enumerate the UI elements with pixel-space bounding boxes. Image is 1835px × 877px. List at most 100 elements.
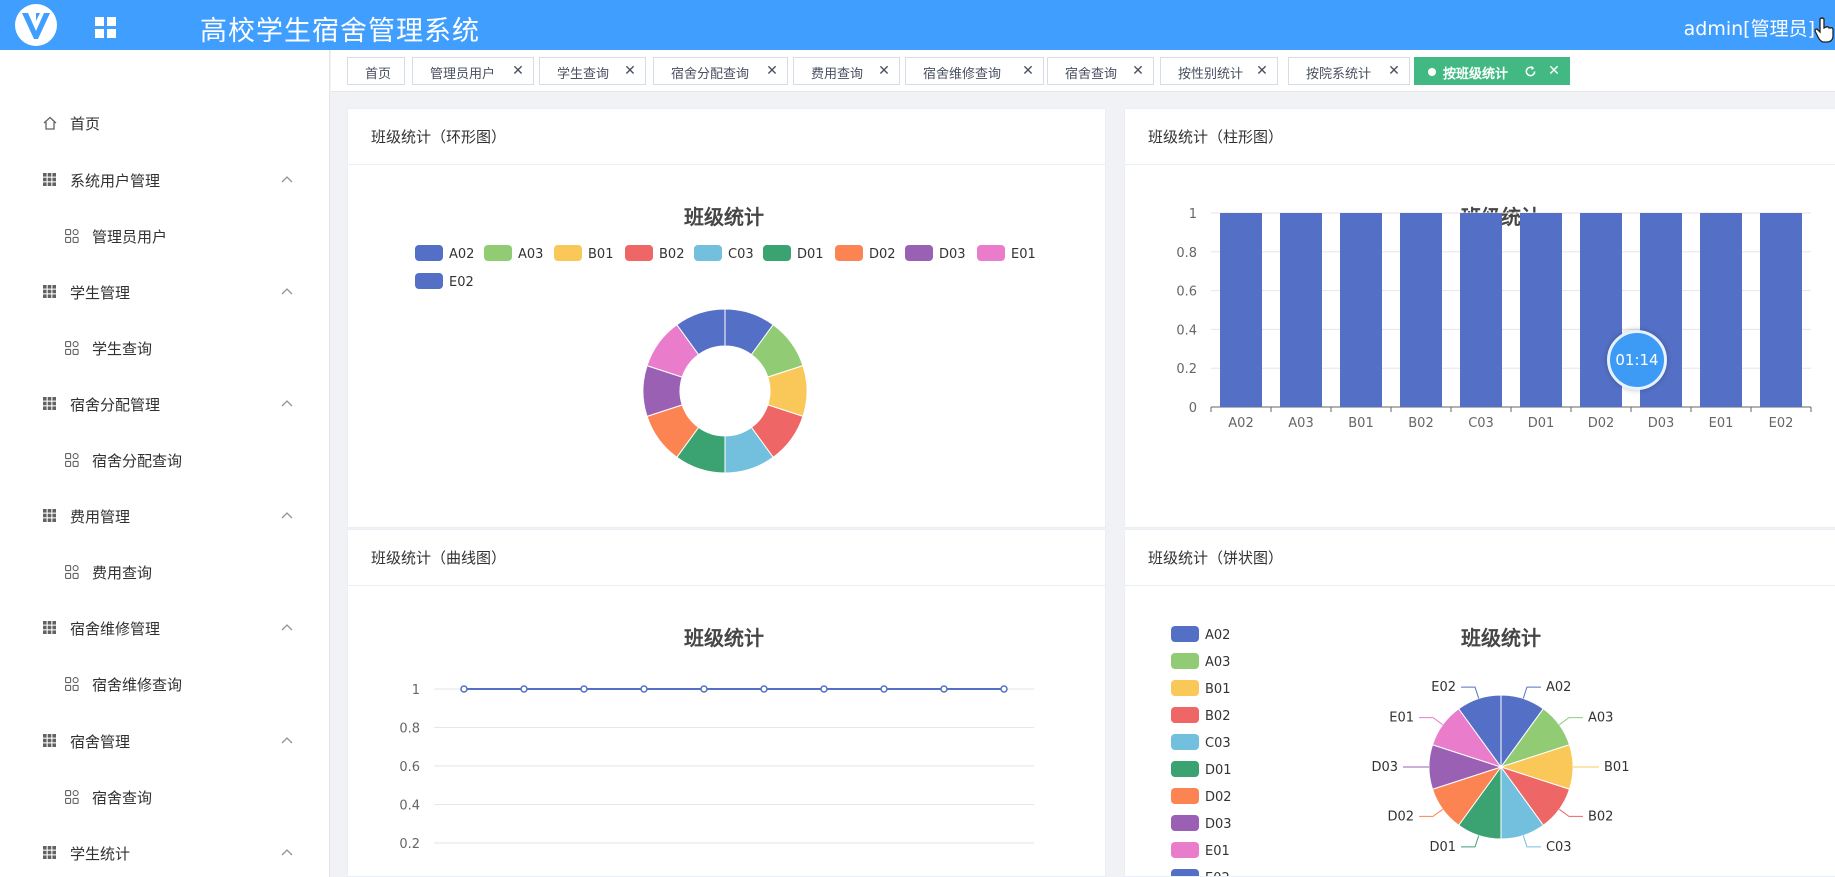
line-point-A03[interactable] (520, 685, 528, 693)
y-tick-label: 1 (412, 683, 420, 698)
close-icon[interactable]: ✕ (1547, 64, 1561, 78)
sidebar-item[interactable]: 宿舍维修查询 (0, 664, 330, 704)
sidebar-item[interactable]: 宿舍分配管理 (0, 384, 330, 424)
bar-E01[interactable] (1700, 213, 1742, 407)
line-chart: 0.2 0.4 0.6 0.8 1 (399, 683, 1034, 852)
sidebar-item-label: 宿舍维修查询 (92, 676, 183, 694)
pie-label: D01 (1429, 840, 1456, 855)
bar-E02[interactable] (1760, 213, 1802, 407)
close-icon[interactable]: ✕ (765, 64, 779, 78)
legend-swatch (484, 245, 512, 261)
close-icon[interactable]: ✕ (511, 64, 525, 78)
sidebar-item[interactable]: 管理员用户 (0, 216, 330, 256)
line-point-B02[interactable] (640, 685, 648, 693)
sidebar-item-label: 宿舍查询 (92, 789, 153, 807)
sidebar-item[interactable]: 宿舍分配查询 (0, 440, 330, 480)
menu-toggle-icon[interactable] (95, 17, 117, 39)
y-tick-label: 0.2 (1176, 362, 1197, 377)
grid-icon (43, 846, 56, 859)
refresh-icon[interactable] (1524, 65, 1537, 78)
tab-item[interactable]: 学生查询 ✕ (539, 57, 646, 85)
line-point-B01[interactable] (580, 685, 588, 693)
close-icon[interactable]: ✕ (877, 64, 891, 78)
line-point-E01[interactable] (940, 685, 948, 693)
close-icon[interactable]: ✕ (1255, 64, 1269, 78)
legend-label: B02 (1205, 709, 1230, 724)
bar-A03[interactable] (1280, 213, 1322, 407)
tab-item[interactable]: 按班级统计 ✕ (1414, 57, 1570, 85)
pie-label: E02 (1431, 680, 1456, 695)
grid-icon (43, 397, 56, 410)
legend-label: E01 (1205, 844, 1230, 859)
legend-swatch (1171, 842, 1199, 858)
apps-icon (65, 453, 79, 467)
line-point-A02[interactable] (460, 685, 468, 693)
sidebar-item-label: 宿舍管理 (70, 733, 131, 751)
sidebar-item[interactable]: 学生查询 (0, 328, 330, 368)
sidebar-item[interactable]: 费用管理 (0, 496, 330, 536)
sidebar-item-label: 学生查询 (92, 340, 153, 358)
label-line (1558, 717, 1583, 726)
tab-item[interactable]: 宿舍维修查询 ✕ (905, 57, 1044, 85)
pie-label: B02 (1588, 809, 1613, 824)
tab-bar: 首页 管理员用户 ✕ 学生查询 ✕ 宿舍分配查询 ✕ 费用查询 ✕ 宿舍维修查询 ✕ 宿舍查询 ✕ 按性别… (331, 50, 1835, 92)
legend-swatch (835, 245, 863, 261)
pie-chart: A02 A03 B01 B02 C03 D01 D02 D03 E01 E02 A02 A03 B01 B… (1171, 626, 1629, 876)
line-point-D01[interactable] (760, 685, 768, 693)
tab-item[interactable]: 按院系统计 ✕ (1288, 57, 1410, 85)
user-menu[interactable]: admin[管理员] (1684, 14, 1815, 41)
label-line (1461, 686, 1480, 699)
sidebar-item-label: 学生管理 (70, 284, 131, 302)
x-tick-label: D03 (1648, 416, 1675, 431)
pie-label: A03 (1588, 711, 1613, 726)
legend-label: A02 (449, 247, 474, 262)
close-icon[interactable]: ✕ (1021, 64, 1035, 78)
x-tick-label: A03 (1288, 416, 1313, 431)
close-icon[interactable]: ✕ (623, 64, 637, 78)
bar-A02[interactable] (1220, 213, 1262, 407)
line-point-D03[interactable] (880, 685, 888, 693)
sidebar-item[interactable]: 首页 (0, 103, 330, 143)
legend-swatch (415, 273, 443, 289)
x-tick-label: E02 (1769, 416, 1794, 431)
tab-item[interactable]: 费用查询 ✕ (793, 57, 900, 85)
chevron-up-icon (281, 400, 293, 407)
legend-label: C03 (1205, 736, 1231, 751)
tab-item[interactable]: 管理员用户 ✕ (412, 57, 534, 85)
tab-item[interactable]: 按性别统计 ✕ (1160, 57, 1278, 85)
sidebar-item[interactable]: 系统用户管理 (0, 160, 330, 200)
tab-item[interactable]: 宿舍查询 ✕ (1047, 57, 1154, 85)
line-point-D02[interactable] (820, 685, 828, 693)
bar-B01[interactable] (1340, 213, 1382, 407)
apps-icon (65, 677, 79, 691)
legend-swatch (763, 245, 791, 261)
label-line (1522, 835, 1541, 848)
legend-swatch (694, 245, 722, 261)
line-point-C03[interactable] (700, 685, 708, 693)
chevron-up-icon (281, 288, 293, 295)
y-tick-label: 0.4 (399, 799, 420, 814)
timer-badge[interactable]: 01:14 (1607, 330, 1667, 390)
sidebar-item[interactable]: 学生管理 (0, 272, 330, 312)
sidebar-item[interactable]: 宿舍管理 (0, 721, 330, 761)
sidebar-item[interactable]: 宿舍查询 (0, 777, 330, 817)
sidebar-item[interactable]: 学生统计 (0, 833, 330, 873)
label-line (1558, 808, 1583, 817)
pie-label: E01 (1389, 711, 1414, 726)
card-header: 班级统计（柱形图） (1125, 109, 1835, 165)
sidebar-item-label: 学生统计 (70, 845, 131, 863)
bar-B02[interactable] (1400, 213, 1442, 407)
bar-C03[interactable] (1460, 213, 1502, 407)
sidebar-item-label: 宿舍分配管理 (70, 396, 161, 414)
active-dot-icon (1428, 68, 1436, 76)
tab-item[interactable]: 宿舍分配查询 ✕ (653, 57, 788, 85)
sidebar-item[interactable]: 宿舍维修管理 (0, 608, 330, 648)
close-icon[interactable]: ✕ (1131, 64, 1145, 78)
line-point-E02[interactable] (1000, 685, 1008, 693)
legend-swatch (1171, 869, 1199, 876)
tab-item[interactable]: 首页 (347, 57, 405, 85)
legend-swatch (1171, 653, 1199, 669)
bar-D01[interactable] (1520, 213, 1562, 407)
close-icon[interactable]: ✕ (1387, 64, 1401, 78)
sidebar-item[interactable]: 费用查询 (0, 552, 330, 592)
